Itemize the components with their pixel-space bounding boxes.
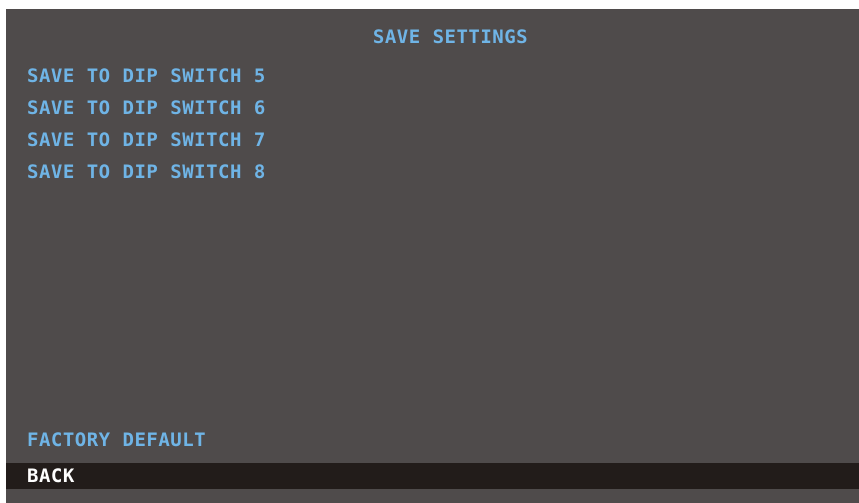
menu-item-save-dip-7[interactable]: SAVE TO DIP SWITCH 7 — [27, 129, 266, 161]
osd-menu-screen: SAVE SETTINGS SAVE TO DIP SWITCH 5 SAVE … — [6, 9, 859, 503]
menu-item-save-dip-8[interactable]: SAVE TO DIP SWITCH 8 — [27, 161, 266, 193]
menu-item-save-dip-5[interactable]: SAVE TO DIP SWITCH 5 — [27, 65, 266, 97]
menu-title: SAVE SETTINGS — [372, 26, 529, 48]
menu-item-back[interactable]: BACK — [6, 463, 859, 489]
menu-list: SAVE TO DIP SWITCH 5 SAVE TO DIP SWITCH … — [27, 65, 266, 193]
menu-item-factory-default[interactable]: FACTORY DEFAULT — [27, 429, 206, 451]
menu-item-save-dip-6[interactable]: SAVE TO DIP SWITCH 6 — [27, 97, 266, 129]
